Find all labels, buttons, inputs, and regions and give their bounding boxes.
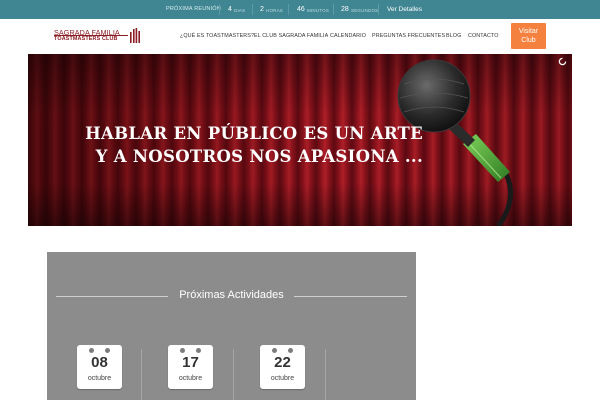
countdown-seconds-unit: SEGUNDOS	[351, 8, 379, 13]
activity-date-card[interactable]: 17 octubre	[168, 345, 213, 389]
calendar-ring-icon	[89, 348, 94, 353]
activity-day: 17	[182, 354, 199, 371]
hero-headline-line-1: HABLAR EN PÚBLICO ES UN ARTE	[85, 124, 423, 143]
countdown-minutes-value: 46	[297, 6, 305, 13]
countdown-divider	[333, 4, 334, 15]
nav-item-preguntas-frecuentes[interactable]: PREGUNTAS FRECUENTES	[372, 19, 445, 54]
countdown-divider	[378, 4, 379, 15]
column-divider	[325, 349, 326, 400]
countdown-divider	[219, 4, 220, 15]
activity-month: octubre	[178, 375, 203, 382]
site-header: SAGRADA FAMILIA TOASTMASTERS CLUB ¿QUÉ E…	[0, 19, 600, 54]
countdown-divider	[252, 4, 253, 15]
nav-item-el-club[interactable]: EL CLUB SAGRADA FAMILIA	[254, 19, 328, 54]
visit-club-label-1: Visitar	[518, 28, 539, 35]
nav-item-contacto[interactable]: CONTACTO	[468, 19, 499, 54]
countdown-minutes-unit: MINUTOS	[307, 8, 330, 13]
sagrada-familia-icon	[130, 28, 140, 43]
calendar-ring-icon	[272, 348, 277, 353]
details-link[interactable]: Ver Detalles	[387, 0, 422, 19]
countdown-divider	[288, 4, 289, 15]
reload-icon[interactable]	[558, 57, 567, 66]
column-divider	[141, 349, 142, 400]
countdown-bar: PRÓXIMA REUNIÓN 4 DIAS 2 HORAS 46 MINUTO…	[0, 0, 600, 19]
calendar-ring-icon	[196, 348, 201, 353]
activity-day: 22	[274, 354, 291, 371]
countdown-days-value: 4	[228, 6, 232, 13]
upcoming-activities-section: Próximas Actividades 08 octubre 17 octub…	[47, 252, 416, 400]
countdown-hours-unit: HORAS	[266, 8, 284, 13]
activity-date-card[interactable]: 08 octubre	[77, 345, 122, 389]
nav-item-calendario[interactable]: CALENDARIO	[330, 19, 366, 54]
calendar-ring-icon	[180, 348, 185, 353]
activity-date-card[interactable]: 22 octubre	[260, 345, 305, 389]
visit-club-label-2: Club	[521, 37, 536, 44]
activity-month: octubre	[270, 375, 295, 382]
nav-item-que-es-toastmasters[interactable]: ¿QUÉ ES TOASTMASTERS?	[180, 19, 254, 54]
column-divider	[233, 349, 234, 400]
countdown-days-unit: DIAS	[234, 8, 246, 13]
next-meeting-label: PRÓXIMA REUNIÓN	[166, 6, 221, 12]
logo-line-2: TOASTMASTERS CLUB	[54, 36, 118, 42]
hero-headline-line-2: Y A NOSOTROS NOS APASIONA ...	[95, 147, 423, 166]
countdown-seconds-value: 28	[341, 6, 349, 13]
calendar-ring-icon	[105, 348, 110, 353]
nav-item-blog[interactable]: BLOG	[446, 19, 461, 54]
activity-month: octubre	[87, 375, 112, 382]
countdown-hours-value: 2	[260, 6, 264, 13]
title-rule-right	[294, 296, 407, 297]
hero-banner: HABLAR EN PÚBLICO ES UN ARTE Y A NOSOTRO…	[28, 54, 572, 226]
visit-club-button[interactable]: Visitar Club	[511, 23, 546, 49]
site-logo[interactable]: SAGRADA FAMILIA TOASTMASTERS CLUB	[54, 28, 144, 46]
activity-day: 08	[91, 354, 108, 371]
section-title: Próximas Actividades	[179, 289, 284, 301]
calendar-ring-icon	[288, 348, 293, 353]
